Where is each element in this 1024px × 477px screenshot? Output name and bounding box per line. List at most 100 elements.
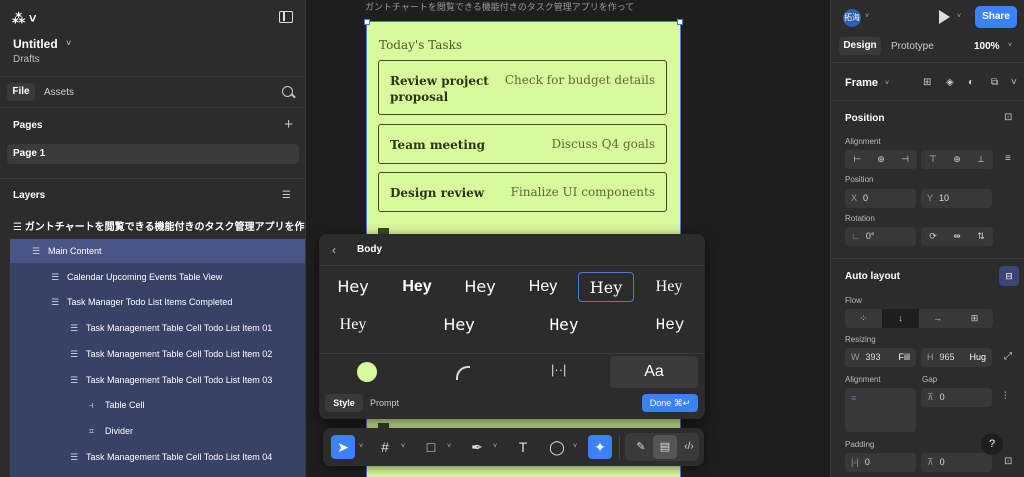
align-left-icon[interactable]: ⊢: [845, 150, 869, 169]
chevron-down-icon[interactable]: ˅: [447, 435, 451, 459]
flow-grid-icon[interactable]: ⊞: [956, 309, 993, 328]
font-sample[interactable]: Hey: [536, 310, 592, 340]
autolayout-toggle-icon[interactable]: ⊟: [999, 266, 1019, 286]
tab-file[interactable]: File: [7, 83, 35, 101]
flow-freeform-icon[interactable]: ⁘: [845, 309, 882, 328]
x-input[interactable]: X0: [845, 189, 916, 208]
file-name[interactable]: Untitled: [13, 37, 58, 51]
chevron-down-icon[interactable]: ˅: [66, 38, 71, 48]
layer-item[interactable]: ☰ Task Management Table Cell Todo List It…: [10, 368, 305, 392]
flow-horizontal-icon[interactable]: →: [919, 309, 956, 328]
color-swatch[interactable]: [357, 362, 377, 382]
tab-prompt[interactable]: Prompt: [370, 398, 399, 408]
rotate-icon[interactable]: ⟳: [921, 227, 945, 246]
padding-settings-icon[interactable]: ⊡: [1004, 456, 1012, 467]
chevron-down-icon[interactable]: ˅: [493, 435, 497, 459]
align-bottom-icon[interactable]: ⊥: [969, 150, 993, 169]
layer-item[interactable]: ☰ Main Content: [10, 239, 305, 263]
font-sample[interactable]: Hey: [389, 272, 445, 302]
font-sample[interactable]: Hey: [642, 310, 698, 340]
font-sample[interactable]: Hey: [325, 310, 381, 340]
pen-tool-icon[interactable]: ✒: [465, 435, 489, 459]
draw-mode-icon[interactable]: ✎: [629, 435, 653, 459]
flip-v-icon[interactable]: ⇅: [969, 227, 993, 246]
design-mode-icon[interactable]: ▤: [653, 435, 677, 459]
layer-item[interactable]: ☰ Task Manager Todo List Items Completed: [10, 290, 305, 314]
frame-type[interactable]: Frame: [845, 77, 878, 89]
rotation-input[interactable]: ∟ 0°: [845, 227, 916, 246]
task-card[interactable]: Review project proposal Check for budget…: [378, 60, 667, 115]
frame-tool-icon[interactable]: #: [373, 435, 397, 459]
height-input[interactable]: H 965 Hug: [921, 348, 992, 367]
page-item[interactable]: Page 1: [7, 144, 299, 164]
dev-mode-icon[interactable]: ‹/›: [677, 435, 701, 459]
tab-assets[interactable]: Assets: [44, 87, 74, 98]
layer-item[interactable]: ⌗ Divider: [10, 419, 305, 443]
task-card[interactable]: Design review Finalize UI components: [378, 172, 667, 212]
share-button[interactable]: Share: [975, 6, 1017, 28]
rectangle-tool-icon[interactable]: □: [419, 435, 443, 459]
padding-vertical-input[interactable]: ⊼ 0: [921, 453, 992, 472]
tab-prototype[interactable]: Prototype: [891, 41, 934, 52]
chevron-down-icon[interactable]: ˅: [401, 435, 405, 459]
component-icon[interactable]: ◈: [946, 77, 954, 88]
font-sample[interactable]: Hey: [515, 272, 571, 302]
done-button[interactable]: Done ⌘↵: [642, 394, 698, 412]
layer-item[interactable]: ☰ Task Management Table Cell Todo List It…: [10, 445, 305, 469]
gap-input[interactable]: ⊼ 0: [921, 388, 992, 407]
typography-option[interactable]: Aa: [610, 356, 698, 388]
tab-style[interactable]: Style: [325, 394, 363, 412]
align-right-icon[interactable]: ⊣: [893, 150, 917, 169]
font-sample[interactable]: Hey: [641, 272, 697, 302]
figma-logo-icon[interactable]: ⁂ ˅: [12, 11, 42, 26]
layer-item[interactable]: ☰ Task Management Table Cell Todo List It…: [10, 342, 305, 366]
gap-settings-icon[interactable]: ⫶: [1004, 391, 1007, 402]
font-sample[interactable]: Hey: [325, 272, 381, 302]
help-button[interactable]: ?: [981, 433, 1003, 455]
align-center-h-icon[interactable]: ⊕: [869, 150, 893, 169]
tab-design[interactable]: Design: [839, 37, 881, 55]
resize-handle[interactable]: [677, 19, 683, 25]
panel-toggle-icon[interactable]: [279, 11, 293, 23]
align-center-v-icon[interactable]: ⊕: [945, 150, 969, 169]
flip-h-icon[interactable]: ⇹: [945, 227, 969, 246]
layer-root[interactable]: ☰ ガントチャートを閲覧できる機能付きのタスク管理アプリを作って: [13, 218, 324, 233]
corner-radius-icon[interactable]: [456, 366, 470, 380]
layer-item[interactable]: ☰ Calendar Upcoming Events Table View: [10, 265, 305, 289]
padding-horizontal-input[interactable]: |▫| 0: [845, 453, 916, 472]
constraints-icon[interactable]: ⊡: [1004, 112, 1012, 123]
font-sample[interactable]: Hey: [431, 310, 487, 340]
font-sample[interactable]: Hey: [452, 272, 508, 302]
clip-content-icon[interactable]: ⤢: [1004, 351, 1012, 362]
resize-handle[interactable]: [364, 19, 370, 25]
align-top-icon[interactable]: ⊤: [921, 150, 945, 169]
chevron-down-icon[interactable]: ˅: [359, 435, 363, 459]
w-mode[interactable]: Fill: [899, 348, 911, 367]
zoom-level[interactable]: 100%: [974, 41, 1000, 52]
distribute-icon[interactable]: ≡: [1005, 153, 1011, 164]
comment-tool-icon[interactable]: ◯: [545, 435, 569, 459]
search-icon[interactable]: [282, 86, 293, 97]
chevron-down-icon[interactable]: ˅: [957, 13, 961, 20]
task-card[interactable]: Team meeting Discuss Q4 goals: [378, 124, 667, 164]
add-page-icon[interactable]: +: [284, 116, 293, 133]
chevron-down-icon[interactable]: ˅: [573, 435, 577, 459]
h-mode[interactable]: Hug: [969, 348, 986, 367]
canvas[interactable]: ガントチャートを閲覧できる機能付きのタスク管理アプリを作って Today's T…: [306, 0, 830, 477]
align-top-left-icon[interactable]: ≡: [851, 392, 856, 404]
chevron-down-icon[interactable]: ˅: [865, 13, 869, 20]
avatar[interactable]: 拓海: [843, 9, 861, 27]
frame-label[interactable]: ガントチャートを閲覧できる機能付きのタスク管理アプリを作って: [365, 0, 634, 13]
flow-vertical-icon[interactable]: ↓: [882, 309, 919, 328]
grid-icon[interactable]: ⊞: [923, 77, 931, 88]
more-icon[interactable]: ˅: [1011, 77, 1017, 88]
mask-icon[interactable]: ◐: [968, 77, 974, 88]
layer-item[interactable]: ⫞ Table Cell: [10, 393, 305, 417]
alignment-grid[interactable]: ≡: [845, 388, 916, 432]
actions-ai-icon[interactable]: ✦: [588, 435, 612, 459]
move-tool-icon[interactable]: ➤: [331, 435, 355, 459]
layer-item[interactable]: ☰ Task Management Table Cell Todo List It…: [10, 316, 305, 340]
font-sample-selected[interactable]: Hey: [578, 272, 634, 302]
width-input[interactable]: W 393 Fill: [845, 348, 916, 367]
spacing-icon[interactable]: |··|: [551, 362, 566, 377]
